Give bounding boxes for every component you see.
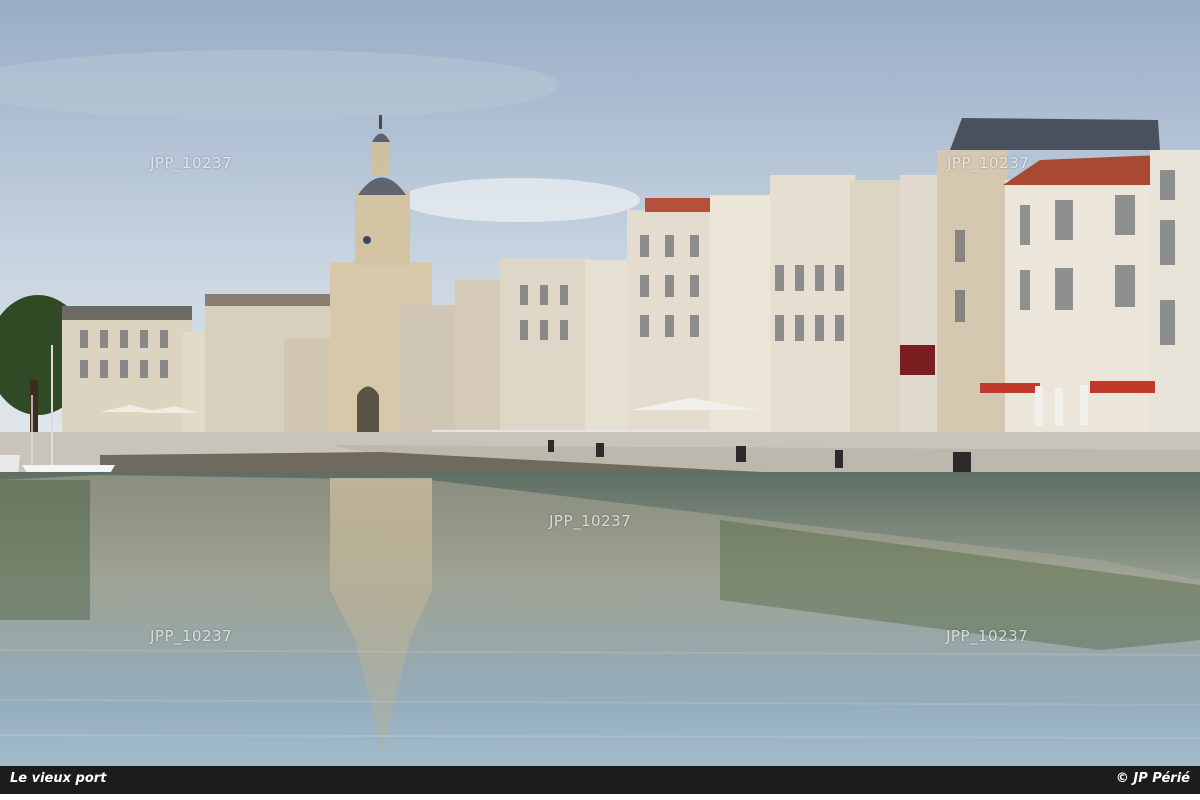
caption-bar: Le vieux port © JP Périé [0, 766, 1200, 794]
watermark: JPP_10237 [150, 627, 233, 645]
watermark: JPP_10237 [946, 627, 1029, 645]
watermark: JPP_10237 [150, 154, 233, 172]
bottom-margin [0, 794, 1200, 800]
watermark: JPP_10237 [549, 512, 632, 530]
watermark: JPP_10237 [947, 154, 1030, 172]
photo-title: Le vieux port [10, 771, 107, 786]
harbour-photo: JPP_10237 JPP_10237 JPP_10237 JPP_10237 … [0, 0, 1200, 800]
photo-credit: © JP Périé [1115, 771, 1190, 786]
